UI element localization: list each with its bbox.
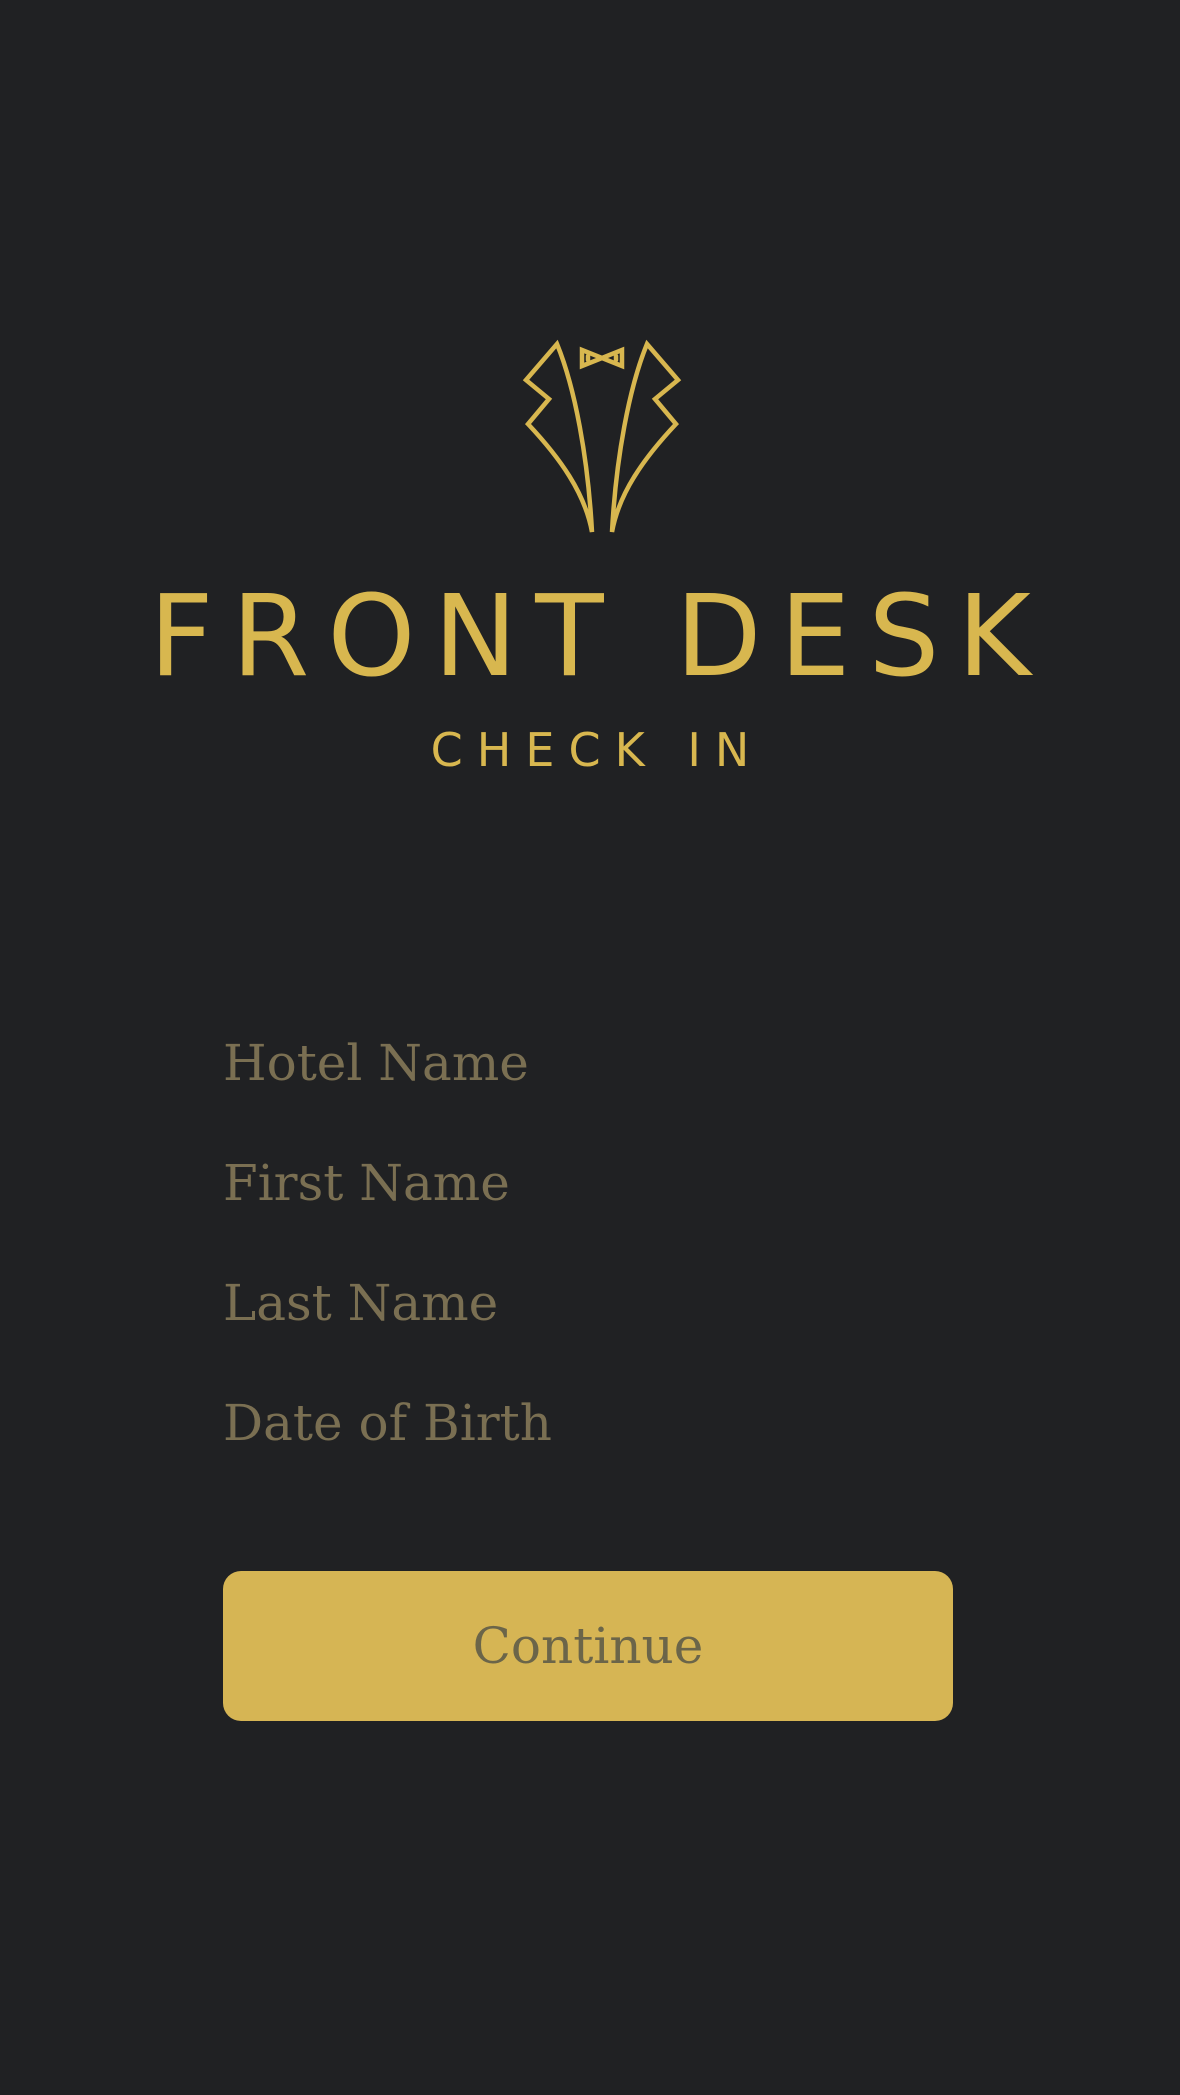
continue-button[interactable]: Continue xyxy=(223,1571,953,1721)
check-in-screen: FRONT DESK CHECK IN Continue xyxy=(0,0,1180,2095)
date-of-birth-input[interactable] xyxy=(223,1378,953,1468)
brand-subtitle: CHECK IN xyxy=(430,723,764,777)
last-name-input[interactable] xyxy=(223,1258,953,1348)
brand-title: FRONT DESK xyxy=(149,572,1049,702)
tuxedo-bowtie-icon xyxy=(522,339,682,533)
hotel-name-input[interactable] xyxy=(223,1018,953,1108)
check-in-form xyxy=(223,1018,953,1498)
first-name-input[interactable] xyxy=(223,1138,953,1228)
